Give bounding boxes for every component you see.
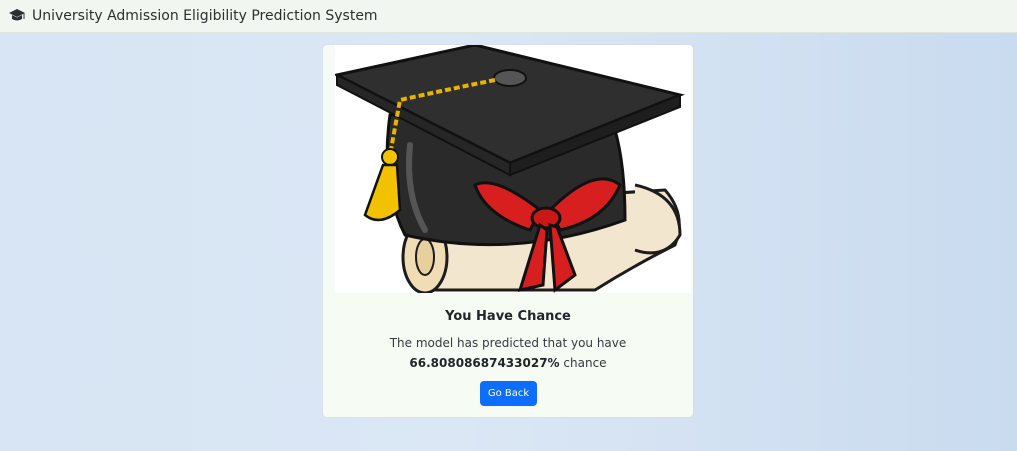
result-percentage: 66.80808687433027% [409,356,560,370]
navbar: University Admission Eligibility Predict… [0,0,1017,33]
graduation-cap-diploma-image [332,45,691,295]
result-card: You Have Chance The model has predicted … [323,45,693,417]
result-title: You Have Chance [445,309,571,324]
brand-title[interactable]: University Admission Eligibility Predict… [32,8,378,24]
result-suffix: chance [563,356,607,370]
graduation-cap-icon [8,8,26,24]
result-message: The model has predicted that you have 66… [323,333,693,373]
result-message-text: The model has predicted that you have [389,336,627,350]
go-back-button[interactable]: Go Back [480,381,537,406]
